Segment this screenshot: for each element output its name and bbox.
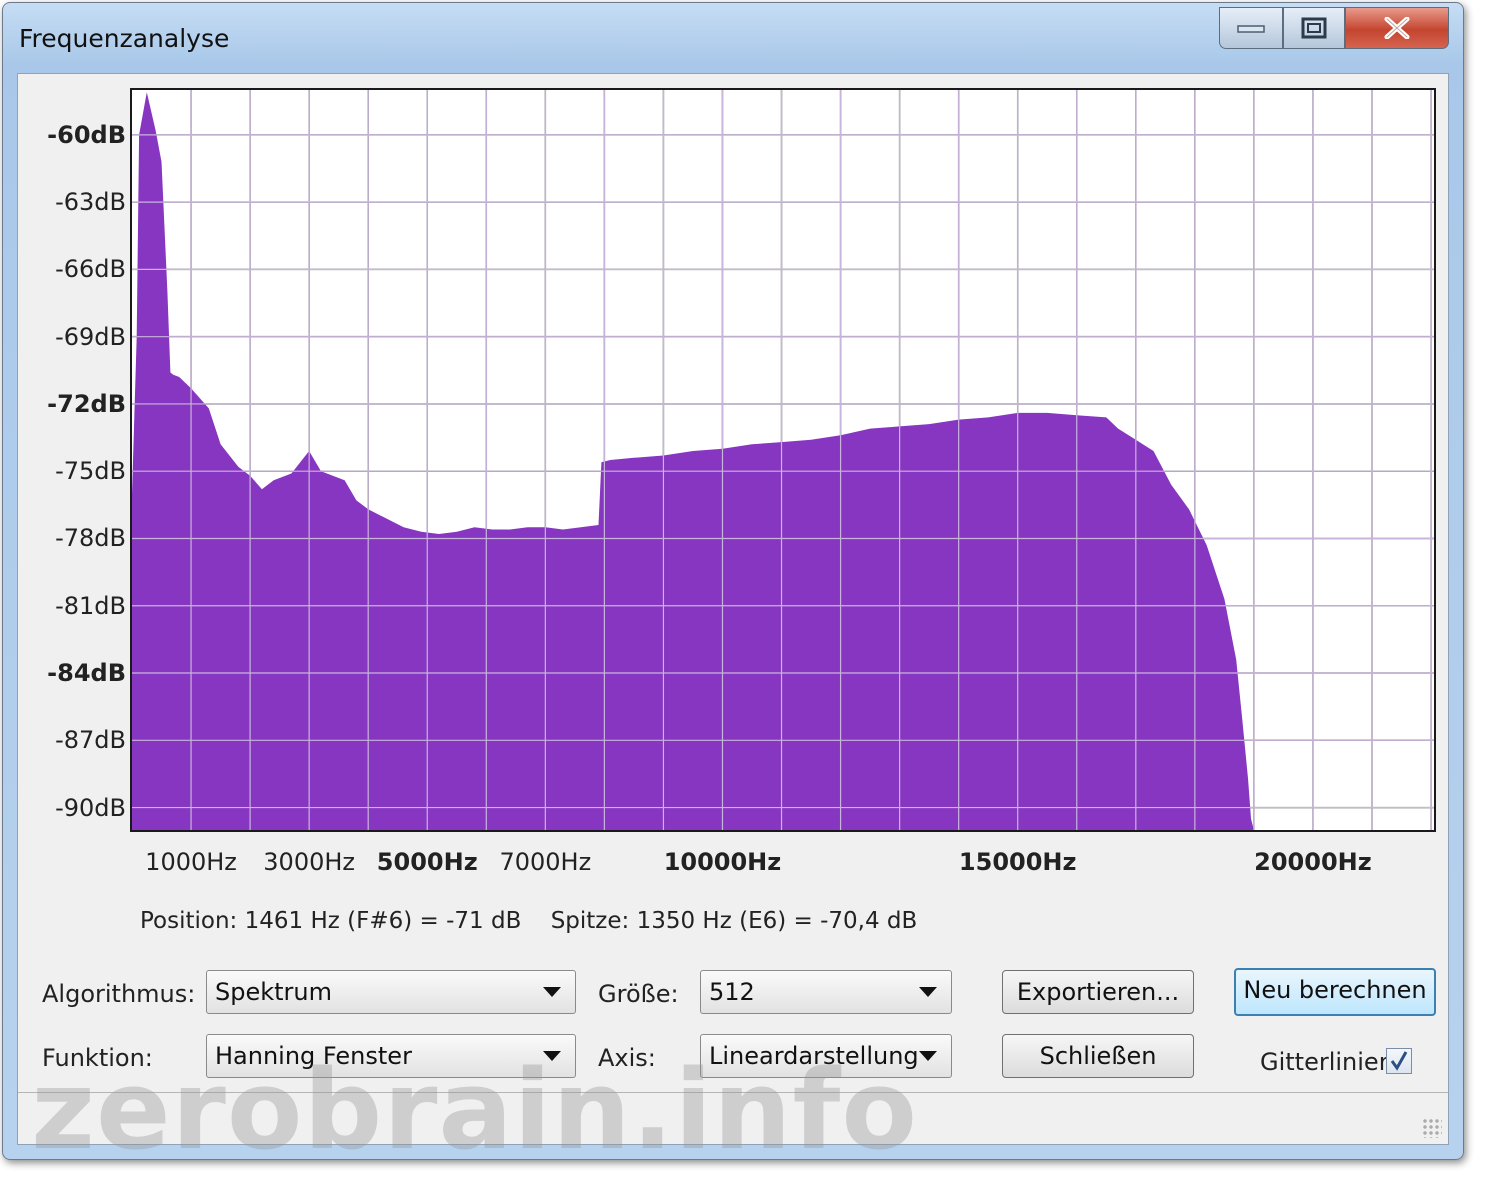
resize-grip-icon[interactable]: [1422, 1118, 1442, 1138]
y-tick-label: -72dB: [47, 389, 126, 418]
x-tick-label: 3000Hz: [263, 848, 356, 876]
x-tick-label: 5000Hz: [376, 848, 478, 876]
close-icon: [1384, 17, 1410, 39]
size-select[interactable]: 512: [700, 970, 952, 1014]
chevron-down-icon: [543, 987, 561, 997]
y-tick-label: -78dB: [55, 524, 126, 553]
close-button[interactable]: [1345, 7, 1449, 49]
size-label: Größe:: [598, 980, 679, 1008]
x-tick-label: 20000Hz: [1254, 848, 1372, 876]
y-tick-label: -75dB: [55, 457, 126, 486]
maximize-icon: [1301, 17, 1327, 39]
spectrum-chart: [132, 90, 1434, 830]
status-line: Position: 1461 Hz (F#6) = -71 dB Spitze:…: [140, 908, 939, 934]
title-bar[interactable]: Frequenzanalyse: [3, 3, 1463, 73]
export-button[interactable]: Exportieren...: [1002, 970, 1194, 1014]
algorithm-select[interactable]: Spektrum: [206, 970, 576, 1014]
minimize-icon: [1237, 25, 1265, 33]
watermark-text: zerobrain.info: [31, 1046, 918, 1160]
x-tick-label: 1000Hz: [145, 848, 237, 876]
y-tick-label: -63dB: [55, 188, 126, 217]
dialog-client-area: -60dB -63dB -66dB -69dB -72dB -75dB -78dB -81dB…: [17, 73, 1449, 1145]
checkmark-icon: [1390, 1051, 1408, 1071]
size-select-value: 512: [709, 978, 755, 1006]
cursor-position-readout: Position: 1461 Hz (F#6) = -71 dB: [140, 908, 522, 934]
x-tick-label: 7000Hz: [499, 848, 592, 876]
y-tick-label: -81dB: [55, 591, 126, 620]
y-tick-label: -69dB: [55, 322, 126, 351]
peak-readout: Spitze: 1350 Hz (E6) = -70,4 dB: [550, 908, 918, 934]
window-title: Frequenzanalyse: [19, 24, 230, 53]
gridlines-label: Gitterlinien: [1260, 1048, 1394, 1076]
y-tick-label: -84dB: [47, 659, 126, 688]
gridlines-checkbox[interactable]: [1386, 1048, 1412, 1074]
frequency-analysis-window: Frequenzanalyse -60dB -63dB -66dB -69dB -72d…: [2, 2, 1464, 1160]
recalculate-button[interactable]: Neu berechnen: [1234, 968, 1436, 1016]
y-tick-label: -60dB: [47, 120, 126, 149]
x-tick-label: 10000Hz: [663, 848, 782, 876]
x-tick-label: 15000Hz: [958, 848, 1077, 876]
close-dialog-button[interactable]: Schließen: [1002, 1034, 1194, 1078]
algorithm-label: Algorithmus:: [42, 980, 196, 1008]
chevron-down-icon: [919, 1051, 937, 1061]
maximize-button[interactable]: [1283, 7, 1345, 49]
algorithm-select-value: Spektrum: [215, 978, 332, 1006]
minimize-button[interactable]: [1219, 7, 1283, 49]
y-tick-label: -87dB: [55, 726, 126, 755]
y-tick-label: -90dB: [55, 793, 126, 822]
chevron-down-icon: [919, 987, 937, 997]
spectrum-plot[interactable]: [130, 88, 1436, 832]
y-tick-label: -66dB: [55, 255, 126, 284]
